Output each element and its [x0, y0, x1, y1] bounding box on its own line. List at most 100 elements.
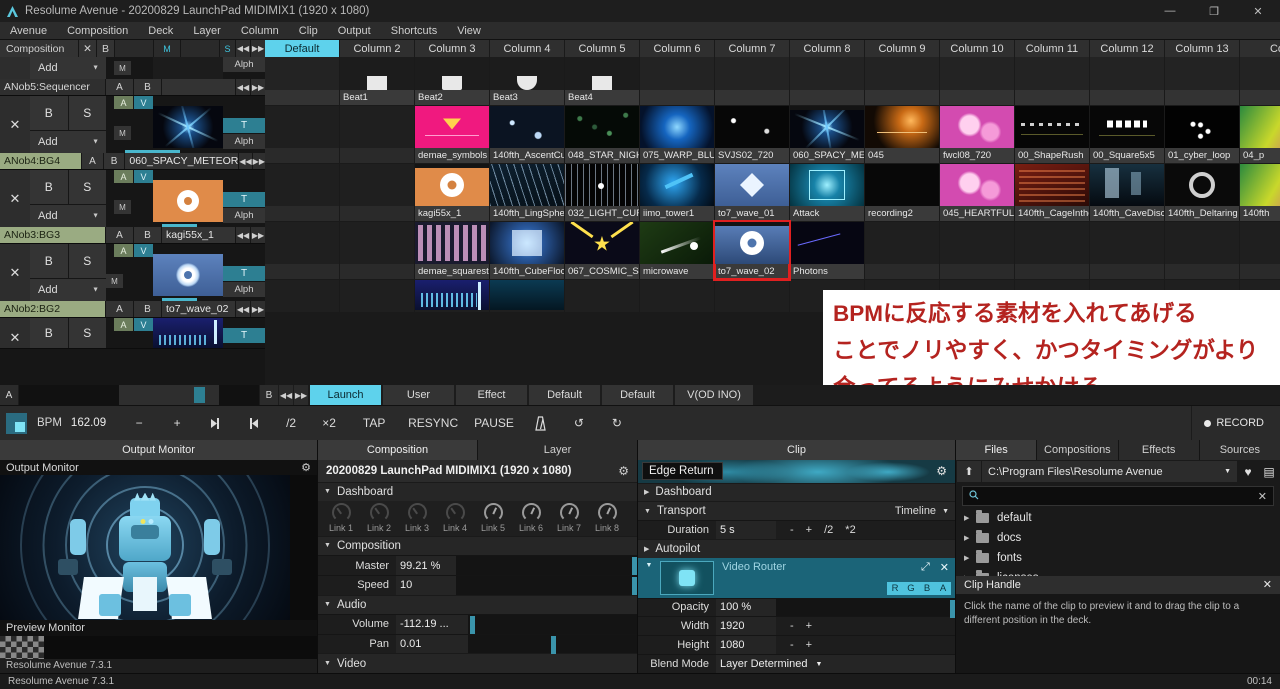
clip-cell[interactable]: recording2 — [865, 164, 939, 221]
menu-shortcuts[interactable]: Shortcuts — [381, 22, 447, 40]
layer-transition-button[interactable]: T — [223, 328, 265, 343]
clip-cell[interactable] — [1240, 57, 1280, 105]
knob-icon[interactable] — [407, 503, 427, 523]
knob-icon[interactable] — [483, 503, 503, 523]
composition-close-button[interactable]: ✕ — [79, 40, 96, 57]
clip-cell[interactable]: 140fth_Deltaring — [1165, 164, 1239, 221]
clip-cell[interactable]: 060_SPACY_METEOR — [790, 106, 864, 163]
layer-blend-dropdown[interactable]: Add ▼ — [30, 57, 106, 79]
column-header-14[interactable]: Co — [1240, 40, 1280, 57]
layer-name-bg4[interactable]: ANob4:BG4 — [0, 153, 82, 169]
layer-audio-toggle[interactable]: A — [114, 318, 133, 331]
layer-transition-button[interactable]: T — [223, 118, 265, 133]
width-minus-button[interactable]: - — [790, 620, 794, 632]
dashboard-link-4[interactable]: Link 4 — [436, 503, 474, 533]
layer-alpha-button[interactable]: Alph — [223, 134, 265, 149]
duration-minus-button[interactable]: - — [790, 524, 794, 536]
menu-deck[interactable]: Deck — [138, 22, 183, 40]
menu-clip[interactable]: Clip — [289, 22, 328, 40]
knob-icon[interactable] — [331, 503, 351, 523]
crossfader-track[interactable] — [19, 385, 259, 405]
layer-delete-button[interactable] — [0, 57, 30, 79]
file-search-bar[interactable]: ✕ — [962, 486, 1274, 506]
gear-icon[interactable]: ⚙ — [301, 461, 311, 474]
record-button[interactable]: RECORD — [1191, 405, 1280, 441]
column-header-8[interactable]: Column 8 — [790, 40, 864, 57]
layer-prev-clip-icon[interactable]: ◀◀ — [239, 153, 252, 169]
param-value-speed[interactable]: 10 — [396, 575, 456, 595]
layer-solo-button[interactable]: S — [68, 170, 106, 204]
column-header-11[interactable]: Column 11 — [1015, 40, 1089, 57]
param-value-volume[interactable]: -112.19 ... — [396, 615, 468, 634]
param-value-blend-mode[interactable]: Layer Determined ▼ — [716, 655, 955, 673]
clip-cell[interactable]: iimo_tower1 — [640, 164, 714, 221]
layer-solo-button[interactable]: S — [68, 318, 106, 348]
param-value-height[interactable]: 1080 — [716, 636, 776, 655]
bpm-decrease-button[interactable]: − — [120, 406, 158, 441]
layer-audio-toggle[interactable]: A — [114, 244, 133, 257]
width-plus-button[interactable]: + — [806, 620, 812, 632]
clip-cell[interactable]: 140fth_CubeFlock — [490, 222, 564, 279]
clip-cell[interactable] — [265, 57, 339, 105]
dashboard-link-5[interactable]: Link 5 — [474, 503, 512, 533]
section-autopilot[interactable]: ▶ Autopilot — [638, 539, 955, 558]
layer-solo-button[interactable]: S — [68, 96, 106, 130]
clip-cell[interactable] — [715, 57, 789, 105]
clip-cell[interactable] — [490, 280, 564, 312]
layer-thumbnail[interactable] — [153, 254, 223, 296]
dashboard-link-7[interactable]: Link 7 — [550, 503, 588, 533]
layer-video-toggle[interactable]: V — [134, 318, 153, 331]
clip-cell[interactable]: 075_WARP_BLUE — [640, 106, 714, 163]
crossfader-b-label[interactable]: B — [260, 385, 278, 405]
deck-tab-user[interactable]: User — [383, 385, 454, 405]
clip-cell[interactable]: 045_HEARTFUL_N... — [940, 164, 1014, 221]
output-monitor-preview[interactable] — [0, 475, 290, 621]
layer-video-toggle[interactable]: V — [134, 170, 153, 183]
clip-cell[interactable]: Beat2 — [415, 57, 489, 105]
knob-icon[interactable] — [597, 503, 617, 523]
clip-cell[interactable] — [640, 280, 714, 312]
clip-cell[interactable] — [340, 222, 414, 279]
undo-button[interactable]: ↺ — [560, 406, 598, 441]
knob-icon[interactable] — [445, 503, 465, 523]
clip-cell[interactable] — [340, 164, 414, 221]
tab-layer[interactable]: Layer — [478, 440, 637, 460]
deck-tab-vod-ino[interactable]: V(OD INO) — [675, 385, 753, 405]
channel-r[interactable]: R — [887, 582, 903, 595]
clip-cell[interactable]: Beat4 — [565, 57, 639, 105]
composition-prev-icon[interactable]: ◀◀ — [236, 40, 250, 57]
layer-video-toggle[interactable]: V — [134, 244, 153, 257]
layer-xfade-a[interactable]: A — [82, 153, 103, 169]
layer-master-button[interactable]: M — [114, 61, 131, 75]
clip-cell[interactable] — [1165, 222, 1239, 279]
section-video[interactable]: ▼ Video — [318, 653, 637, 673]
clip-cell[interactable]: 01_cyber_loop — [1165, 106, 1239, 163]
tab-output-monitor[interactable]: Output Monitor — [0, 440, 317, 460]
layer-transition-button[interactable]: T — [223, 266, 265, 281]
clip-cell[interactable]: Attack — [790, 164, 864, 221]
layer-prev-clip-icon[interactable]: ◀◀ — [236, 227, 250, 243]
layer-master-button[interactable]: M — [106, 274, 123, 288]
chevron-right-icon[interactable]: ▶ — [964, 554, 976, 562]
maximize-button[interactable]: ❐ — [1192, 0, 1236, 22]
deck-tab-default-1[interactable]: Default — [529, 385, 600, 405]
expand-icon[interactable]: ⤢ — [921, 561, 930, 574]
section-transport[interactable]: ▼ Transport Timeline ▼ — [638, 501, 955, 521]
clip-cell[interactable] — [1090, 222, 1164, 279]
column-header-3[interactable]: Column 3 — [415, 40, 489, 57]
minimize-button[interactable]: — — [1148, 0, 1192, 22]
layer-thumbnail[interactable] — [153, 106, 223, 148]
layer-name-bg3[interactable]: ANob3:BG3 — [0, 227, 105, 243]
layer-blend-dropdown[interactable]: Add ▼ — [30, 279, 106, 301]
channel-a[interactable]: A — [935, 582, 951, 595]
favorite-icon[interactable]: ♥ — [1238, 461, 1258, 482]
duration-halve-button[interactable]: /2 — [824, 524, 833, 536]
clip-cell[interactable] — [865, 222, 939, 279]
clip-cell[interactable]: to7_wave_01 — [715, 164, 789, 221]
section-composition[interactable]: ▼ Composition — [318, 535, 637, 556]
layer-blend-dropdown[interactable]: Add ▼ — [30, 205, 106, 227]
menu-column[interactable]: Column — [231, 22, 289, 40]
clip-cell[interactable]: Photons — [790, 222, 864, 279]
clip-cell[interactable] — [265, 222, 339, 279]
clip-cell[interactable]: fwcl08_720 — [940, 106, 1014, 163]
